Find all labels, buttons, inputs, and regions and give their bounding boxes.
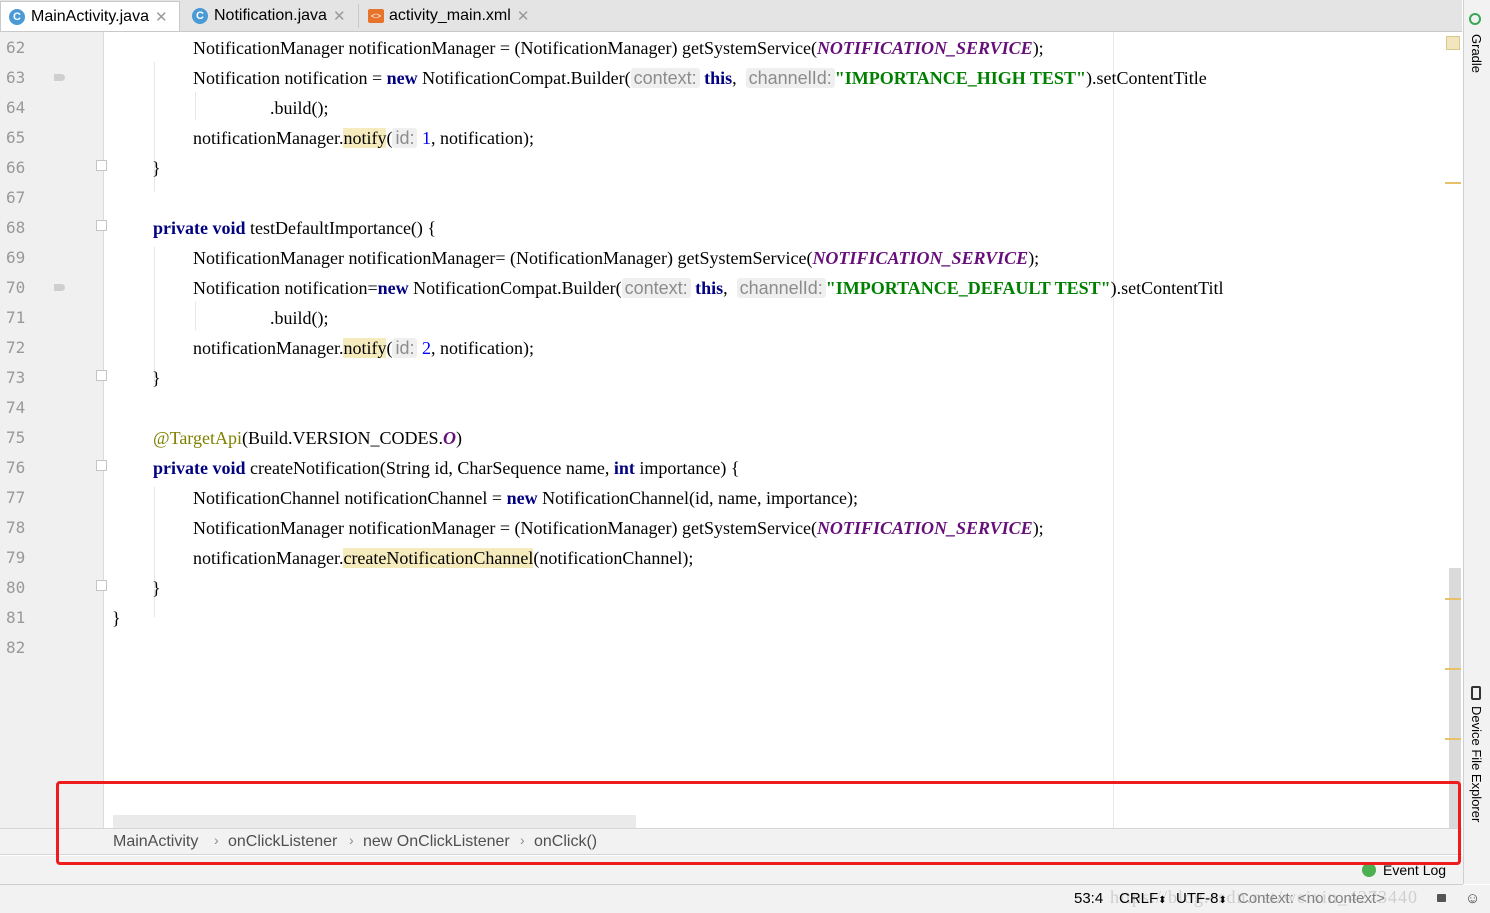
xml-layout-icon: <> [368, 9, 384, 23]
close-icon[interactable]: ✕ [517, 7, 530, 25]
tab-mainactivity[interactable]: C MainActivity.java ✕ [0, 1, 180, 31]
gutter-marker-icon[interactable] [54, 74, 65, 81]
warning-mark[interactable] [1445, 182, 1461, 184]
device-file-explorer-button[interactable]: Device File Explorer [1469, 706, 1484, 822]
tab-divider [358, 4, 359, 28]
line-number: 81 [6, 608, 26, 627]
param-hint: id: [392, 338, 418, 358]
code-line[interactable]: NotificationChannel notificationChannel … [193, 487, 858, 509]
line-number: 82 [6, 638, 26, 657]
class-icon: C [192, 8, 208, 24]
line-number: 62 [6, 38, 26, 57]
right-tool-strip: Gradle Device File Explorer [1463, 0, 1490, 884]
gutter-marker-icon[interactable] [54, 284, 65, 291]
code-line[interactable]: @TargetApi(Build.VERSION_CODES.O) [153, 427, 462, 449]
line-number: 70 [6, 278, 26, 297]
gradle-tool-button[interactable]: Gradle [1469, 34, 1484, 73]
inspector-icon[interactable]: ☺ [1465, 890, 1480, 907]
line-number: 72 [6, 338, 26, 357]
editor-tab-bar: C MainActivity.java ✕ C Notification.jav… [0, 0, 1462, 32]
tab-notification[interactable]: C Notification.java ✕ [184, 2, 358, 30]
tab-activity-main[interactable]: <> activity_main.xml ✕ [360, 2, 538, 30]
updown-icon: ⬍ [1218, 895, 1227, 906]
encoding-selector[interactable]: UTF-8⬍ [1176, 890, 1227, 907]
param-hint: channelId: [736, 278, 826, 298]
warning-mark[interactable] [1445, 598, 1461, 600]
code-line[interactable]: NotificationManager notificationManager … [193, 517, 1044, 539]
line-number-gutter[interactable]: 62 63 64 65 66 67 68 69 70 71 72 73 74 7… [0, 32, 107, 828]
tab-label: Notification.java [214, 7, 327, 24]
code-line[interactable]: notificationManager.createNotificationCh… [193, 547, 693, 569]
caret-position[interactable]: 53:4 [1074, 890, 1103, 907]
line-number: 71 [6, 308, 26, 327]
warning-mark[interactable] [1445, 738, 1461, 740]
code-editor[interactable]: NotificationManager notificationManager … [104, 32, 1448, 828]
indent-guide [195, 92, 196, 120]
indent-guide [154, 247, 155, 382]
close-icon[interactable]: ✕ [333, 7, 346, 25]
inspection-status-icon[interactable] [1446, 36, 1460, 50]
param-hint: id: [392, 128, 418, 148]
code-line[interactable]: } [152, 367, 161, 389]
line-number: 73 [6, 368, 26, 387]
code-line[interactable]: Notification notification=new Notificati… [193, 277, 1224, 299]
lock-icon[interactable] [1437, 894, 1446, 902]
code-line[interactable]: } [152, 577, 161, 599]
param-hint: context: [630, 68, 700, 88]
tab-label: MainActivity.java [31, 7, 149, 25]
indent-guide [195, 302, 196, 330]
param-hint: channelId: [745, 68, 835, 88]
line-number: 74 [6, 398, 26, 417]
close-icon[interactable]: ✕ [155, 8, 168, 26]
code-line[interactable]: Notification notification = new Notifica… [193, 67, 1207, 89]
line-number: 76 [6, 458, 26, 477]
updown-icon: ⬍ [1158, 895, 1167, 906]
line-number: 64 [6, 98, 26, 117]
annotation-highlight-box [56, 781, 1461, 865]
line-number: 80 [6, 578, 26, 597]
code-line[interactable]: .build(); [270, 307, 329, 329]
code-line[interactable]: NotificationManager notificationManager … [193, 37, 1044, 59]
code-line[interactable]: private void createNotification(String i… [153, 457, 740, 479]
line-number: 75 [6, 428, 26, 447]
line-number: 68 [6, 218, 26, 237]
line-number: 66 [6, 158, 26, 177]
line-number: 63 [6, 68, 26, 87]
code-line[interactable]: .build(); [270, 97, 329, 119]
code-line[interactable]: private void testDefaultImportance() { [153, 217, 436, 239]
param-hint: context: [621, 278, 691, 298]
event-log-icon [1362, 863, 1376, 877]
code-line[interactable]: } [152, 157, 161, 179]
code-line[interactable]: } [112, 607, 121, 629]
device-icon [1471, 686, 1481, 700]
line-number: 65 [6, 128, 26, 147]
line-separator-selector[interactable]: CRLF⬍ [1119, 890, 1167, 907]
code-line[interactable]: notificationManager.notify(id: 1, notifi… [193, 127, 534, 149]
tab-label: activity_main.xml [389, 7, 511, 24]
error-stripe[interactable] [1442, 32, 1462, 828]
code-line[interactable]: notificationManager.notify(id: 2, notifi… [193, 337, 534, 359]
gradle-icon [1469, 13, 1481, 25]
context-indicator[interactable]: Context: <no context> [1238, 890, 1385, 907]
line-number: 79 [6, 548, 26, 567]
line-number: 77 [6, 488, 26, 507]
line-number: 69 [6, 248, 26, 267]
status-bar: https://blog.csdn.net/weixin_4273440 53:… [0, 885, 1490, 913]
code-line[interactable]: NotificationManager notificationManager=… [193, 247, 1039, 269]
line-number: 67 [6, 188, 26, 207]
warning-mark[interactable] [1445, 668, 1461, 670]
line-number: 78 [6, 518, 26, 537]
class-icon: C [9, 8, 25, 25]
